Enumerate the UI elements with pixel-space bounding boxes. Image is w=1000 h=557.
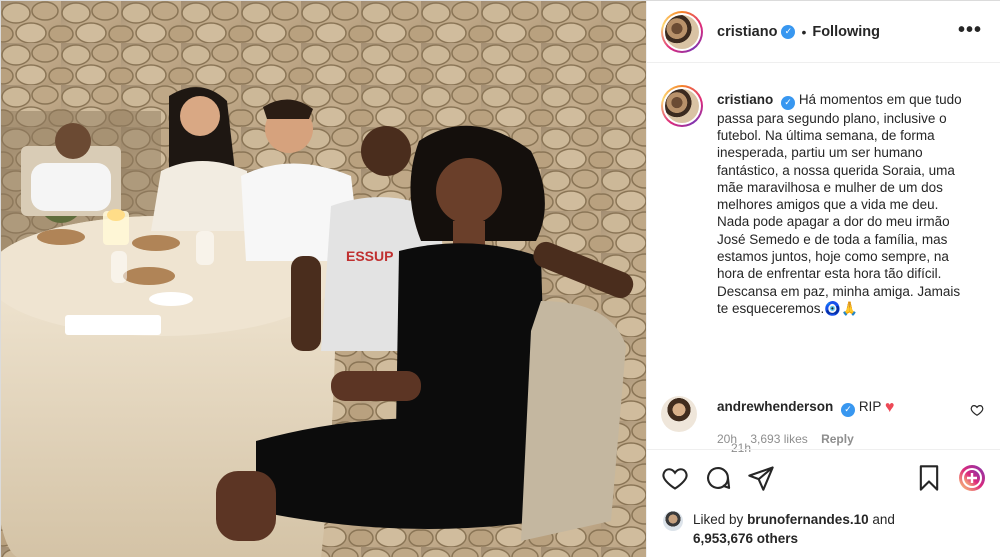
likes-prefix: Liked by (693, 512, 744, 527)
caption-line: fantástico, a nossa querida Soraia, uma (717, 162, 955, 178)
comment-icon[interactable] (704, 464, 732, 492)
header-separator: • (801, 23, 807, 40)
caption-emoji: 🧿🙏 (824, 300, 858, 316)
story-icon[interactable] (958, 464, 986, 492)
comment-time[interactable]: 20h (717, 432, 737, 446)
heart-icon[interactable] (661, 464, 689, 492)
likes-count[interactable]: 6,953,676 others (693, 531, 798, 546)
post-photo[interactable]: ESSUP (1, 1, 646, 557)
author-avatar-image (665, 14, 699, 49)
caption-line: mãe maravilhosa e mulher de um dos (717, 179, 943, 195)
caption-username[interactable]: cristiano (717, 92, 773, 107)
action-bar (647, 449, 1000, 505)
more-options-icon[interactable]: ••• (958, 19, 982, 42)
svg-text:ESSUP: ESSUP (346, 248, 393, 264)
verified-badge-icon: ✓ (781, 24, 796, 39)
comment-item: andrewhenderson ✓ RIP ♥ 20h 3,693 likes … (661, 393, 996, 446)
red-heart-emoji: ♥ (884, 399, 895, 416)
comment-likes[interactable]: 3,693 likes (750, 432, 807, 446)
author-username[interactable]: cristiano (717, 24, 777, 40)
following-button[interactable]: Following (812, 24, 880, 40)
reply-button[interactable]: Reply (821, 432, 854, 446)
share-icon[interactable] (747, 464, 775, 492)
caption-line: melhores amigos que a vida me deu. (717, 197, 939, 213)
post-header: cristiano ✓ • Following ••• (647, 1, 1000, 63)
caption-line: passa para segundo plano, inclusive o (717, 110, 947, 126)
commenter-username[interactable]: andrewhenderson (717, 399, 833, 414)
caption-line: José Semedo e de toda a família, mas (717, 231, 948, 247)
caption-line: Nada pode apagar a dor do meu irmão (717, 214, 950, 230)
caption-text: cristiano ✓ Há momentos em que tudo pass… (717, 91, 987, 317)
bookmark-icon[interactable] (915, 464, 943, 492)
post-sidebar: cristiano ✓ • Following ••• cristiano ✓ … (646, 1, 1000, 557)
comment-meta: 20h 3,693 likes Reply (717, 432, 864, 446)
caption-line: futebol. Na última semana, de forma (717, 127, 935, 143)
verified-badge-icon: ✓ (781, 95, 796, 110)
author-avatar[interactable] (661, 10, 703, 53)
liker-avatar[interactable] (663, 511, 683, 531)
caption-line: te esqueceremos. (717, 300, 825, 316)
caption-line: hora de enfrentar esta hora tão difícil. (717, 266, 942, 282)
commenter-avatar[interactable] (661, 396, 697, 432)
comment-text: RIP (858, 399, 882, 414)
caption-line: Descansa em paz, minha amiga. Jamais (717, 283, 961, 299)
caption-avatar[interactable] (661, 85, 703, 127)
liker-username[interactable]: brunofernandes.10 (747, 512, 869, 527)
likes-text: Liked by brunofernandes.10 and 6,953,676… (693, 510, 993, 548)
caption-line: inesperada, partiu um ser humano (717, 145, 923, 161)
caption-avatar-image (665, 89, 699, 123)
comment-heart-icon[interactable] (970, 403, 984, 417)
comment-line: andrewhenderson ✓ RIP ♥ (717, 399, 894, 417)
verified-badge-icon: ✓ (841, 402, 856, 417)
likes-joiner: and (872, 512, 895, 527)
dinner-photo-illustration: ESSUP (1, 1, 646, 557)
post-window: ESSUP cristiano ✓ • Following ••• cristi… (0, 0, 1000, 557)
caption-line: Há momentos em que tudo (798, 92, 962, 107)
caption-line: estamos juntos, hoje como sempre, na (717, 249, 949, 265)
